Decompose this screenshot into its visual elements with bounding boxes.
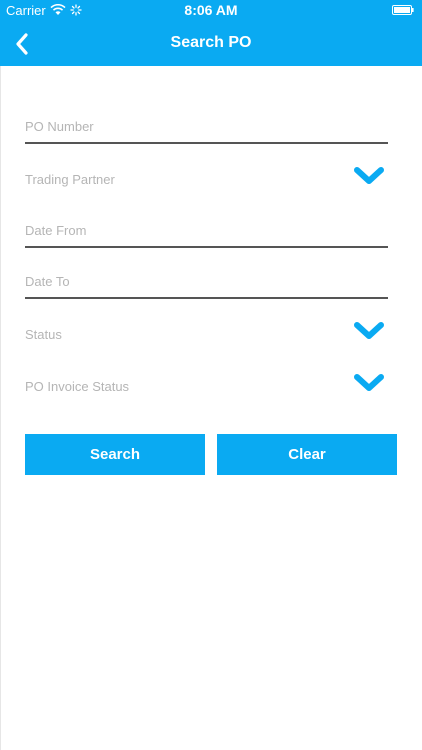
battery-icon [392,5,414,15]
date-to-field [25,257,388,299]
clear-button[interactable]: Clear [217,434,397,475]
date-to-input[interactable] [25,257,388,295]
status-label: Status [25,327,62,342]
field-underline [25,142,388,144]
chevron-down-icon [354,167,384,184]
field-underline [25,246,388,248]
trading-partner-dropdown[interactable]: Trading Partner [25,162,397,198]
po-invoice-status-label: PO Invoice Status [25,379,130,394]
po-invoice-status-dropdown[interactable]: PO Invoice Status [25,369,397,405]
status-bar: Carrier 8:06 AM [0,0,422,22]
chevron-down-icon [354,322,384,339]
po-number-input[interactable] [25,102,388,140]
po-number-field [25,102,388,144]
trading-partner-label: Trading Partner [25,172,115,187]
divider [0,66,1,750]
chevron-down-icon [354,374,384,391]
field-underline [25,297,388,299]
page-title: Search PO [170,34,252,51]
clock-label: 8:06 AM [184,2,238,18]
search-button[interactable]: Search [25,434,205,475]
navigation-bar: Search PO [0,22,422,66]
date-from-field [25,206,388,248]
status-dropdown[interactable]: Status [25,317,397,353]
date-from-input[interactable] [25,206,388,244]
